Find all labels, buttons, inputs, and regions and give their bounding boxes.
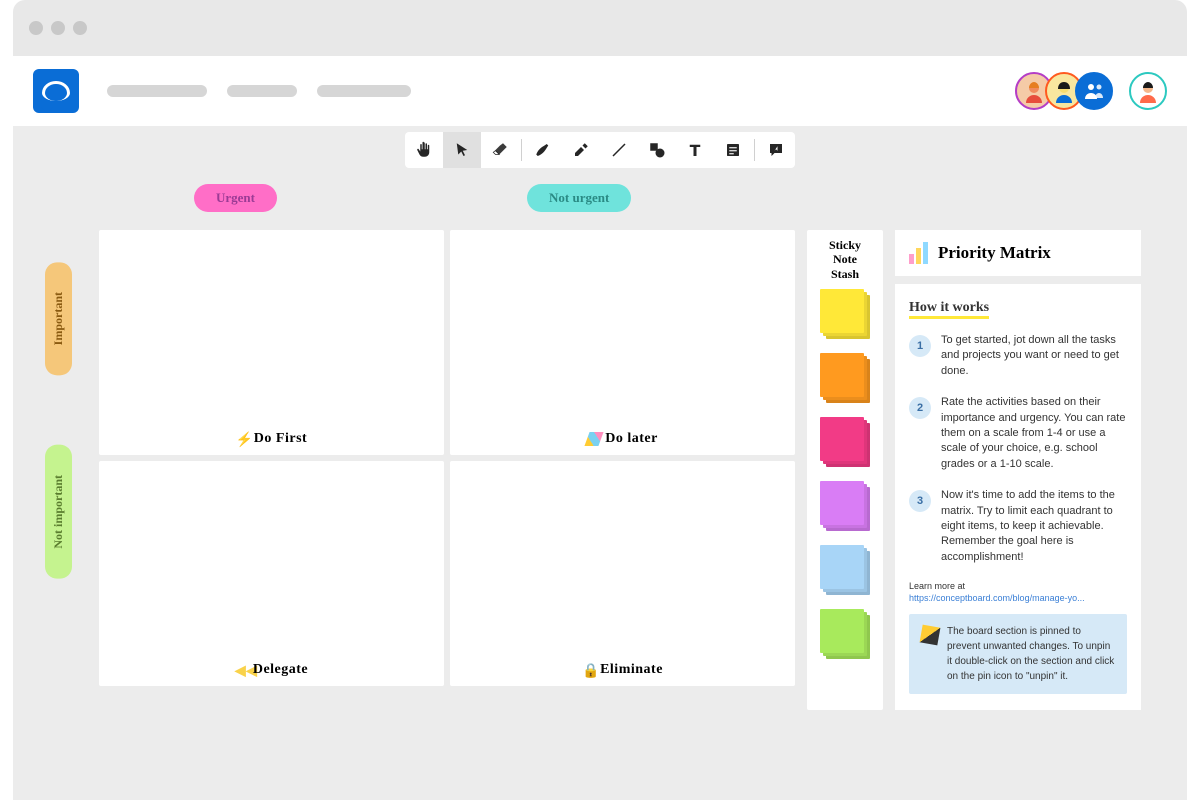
pinned-note-text: The board section is pinned to prevent u… — [947, 624, 1115, 684]
pointer-tool-icon[interactable] — [443, 132, 481, 168]
toolbar-separator — [754, 139, 755, 161]
breadcrumb-placeholder — [317, 85, 411, 97]
pin-icon — [920, 625, 941, 646]
important-label: Important — [45, 262, 72, 375]
stripes-icon — [585, 432, 604, 446]
stash-title: Sticky Note Stash — [811, 238, 879, 281]
step-number: 3 — [909, 490, 931, 512]
step-text: Rate the activities based on their impor… — [941, 395, 1127, 472]
panel-title: Priority Matrix — [938, 243, 1051, 263]
quadrant-label: ◀◀Delegate — [99, 662, 444, 678]
how-it-works-heading: How it works — [909, 300, 989, 319]
window-dot — [29, 21, 43, 35]
sticky-stack-yellow[interactable] — [820, 289, 870, 339]
sticky-stack-green[interactable] — [820, 609, 870, 659]
panel-header: Priority Matrix — [895, 230, 1141, 276]
canvas[interactable]: Urgent Not urgent Important Not importan… — [13, 174, 1187, 800]
quadrant-do-later[interactable]: Do later — [450, 230, 795, 455]
highlighter-tool-icon[interactable] — [562, 132, 600, 168]
comment-tool-icon[interactable] — [757, 132, 795, 168]
line-tool-icon[interactable] — [600, 132, 638, 168]
collaborator-avatars — [1023, 72, 1167, 110]
learn-more-link[interactable]: https://conceptboard.com/blog/manage-yo.… — [909, 593, 1085, 603]
hand-tool-icon[interactable] — [405, 132, 443, 168]
urgent-label: Urgent — [194, 184, 277, 212]
step-number: 1 — [909, 335, 931, 357]
quadrant-label: 🔒Eliminate — [450, 662, 795, 678]
toolbar — [405, 132, 795, 168]
quadrant-eliminate[interactable]: 🔒Eliminate — [450, 461, 795, 686]
app-logo[interactable] — [33, 69, 79, 113]
app-header — [13, 56, 1187, 126]
window-dot — [51, 21, 65, 35]
sticky-note-stash: Sticky Note Stash — [807, 230, 883, 710]
lock-icon: 🔒 — [582, 663, 596, 677]
window-dot — [73, 21, 87, 35]
text-tool-icon[interactable] — [676, 132, 714, 168]
breadcrumb-placeholder — [107, 85, 207, 97]
quadrant-label: Do later — [450, 431, 795, 447]
arrows-icon: ◀◀ — [235, 663, 249, 677]
toolbar-separator — [521, 139, 522, 161]
step-2: 2 Rate the activities based on their imp… — [909, 395, 1127, 472]
quadrant-label: ⚡Do First — [99, 431, 444, 447]
eraser-tool-icon[interactable] — [481, 132, 519, 168]
sticky-stack-pink[interactable] — [820, 417, 870, 467]
toolbar-container — [13, 126, 1187, 174]
sticky-stack-purple[interactable] — [820, 481, 870, 531]
not-important-label: Not important — [45, 445, 72, 579]
step-1: 1 To get started, jot down all the tasks… — [909, 333, 1127, 379]
learn-more: Learn more at https://conceptboard.com/b… — [909, 581, 1127, 604]
sticky-stack-orange[interactable] — [820, 353, 870, 403]
avatar-current-user[interactable] — [1129, 72, 1167, 110]
breadcrumb-placeholder — [227, 85, 297, 97]
browser-chrome — [13, 0, 1187, 56]
quadrant-do-first[interactable]: ⚡Do First — [99, 230, 444, 455]
sticky-stack-blue[interactable] — [820, 545, 870, 595]
add-collaborator-icon[interactable] — [1075, 72, 1113, 110]
pinned-note: The board section is pinned to prevent u… — [909, 614, 1127, 694]
shape-tool-icon[interactable] — [638, 132, 676, 168]
step-number: 2 — [909, 397, 931, 419]
step-text: To get started, jot down all the tasks a… — [941, 333, 1127, 379]
not-urgent-label: Not urgent — [527, 184, 631, 212]
step-3: 3 Now it's time to add the items to the … — [909, 488, 1127, 565]
info-panel: Priority Matrix How it works 1 To get st… — [895, 230, 1141, 710]
priority-matrix: ⚡Do First Do later ◀◀Delegate 🔒Eliminate — [99, 230, 795, 710]
quadrant-delegate[interactable]: ◀◀Delegate — [99, 461, 444, 686]
panel-body: How it works 1 To get started, jot down … — [895, 284, 1141, 710]
bar-chart-icon — [909, 242, 928, 264]
pen-tool-icon[interactable] — [524, 132, 562, 168]
note-tool-icon[interactable] — [714, 132, 752, 168]
bolt-icon: ⚡ — [236, 432, 250, 446]
step-text: Now it's time to add the items to the ma… — [941, 488, 1127, 565]
